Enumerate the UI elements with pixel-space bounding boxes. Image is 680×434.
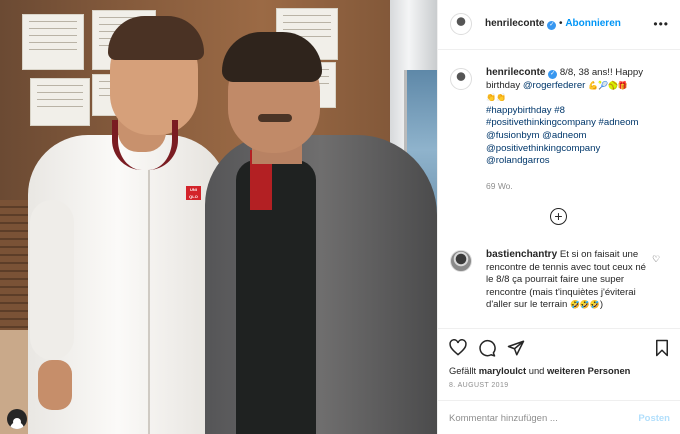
post-comment-button[interactable]: Posten [638,413,670,424]
wall-paper [22,14,84,70]
comment-bubble-icon[interactable] [478,339,496,361]
caption-text: birthday [486,79,521,91]
plus-circle-icon[interactable]: + [550,208,567,225]
caption-username[interactable]: henrileconte [486,67,545,78]
add-comment-bar: Kommentar hinzufügen ... Posten [438,400,680,434]
jacket-zipper [148,170,150,434]
post-actions: Gefällt maryloulct und weiteren Personen… [438,328,680,430]
commenter-avatar[interactable] [450,250,472,272]
wall-paper [30,78,90,126]
person-arm [30,200,74,360]
likes-prefix: Gefällt [449,365,477,376]
person-vest [236,160,316,434]
likes-joiner: und [528,365,545,376]
caption-author-avatar[interactable] [450,68,472,90]
likes-summary: Gefällt maryloulct und weiteren Personen [449,365,630,376]
likes-user-link[interactable]: maryloulct [479,365,526,376]
author-username[interactable]: henrileconte [485,18,544,29]
mention-link[interactable]: @rolandgarros [486,155,671,168]
jacket-logo: UNI QLO [186,186,201,200]
person-hair [108,16,204,60]
caption-emojis: 👏👏 [486,93,506,103]
person-mustache [258,114,292,122]
header-user-row: henrileconte ✓ • Abonnieren [485,18,621,30]
person-hand [38,360,72,410]
likes-others-link[interactable]: weiteren Personen [547,365,630,376]
post-photo[interactable]: UNI QLO [0,0,437,434]
paper-plane-icon[interactable] [507,339,525,361]
comment-close-paren: ) [599,299,604,311]
mention-link[interactable]: @rogerfederer [523,80,586,91]
verified-badge-icon: ✓ [547,21,557,30]
commenter-username[interactable]: bastienchantry [486,249,557,260]
caption-text: 8/8, 38 ans!! Happy [559,67,644,78]
person-hair [222,32,322,82]
caption-emojis: 💪🎾🥎🎁 [588,80,628,90]
mention-link[interactable]: @fusionbym @adneom [486,130,671,143]
comment-item: bastienchantry Et si on faisait une renc… [486,249,646,312]
mention-link[interactable]: @positivethinkingcompany [486,143,671,156]
post-header: henrileconte ✓ • Abonnieren ••• [438,0,680,50]
verified-badge-icon: ✓ [548,70,558,79]
tagged-user-icon[interactable] [7,409,27,429]
hashtag-link[interactable]: #positivethinkingcompany #adneom [486,117,671,130]
post-date[interactable]: 8. AUGUST 2019 [449,382,509,389]
comment-input[interactable]: Kommentar hinzufügen ... [449,413,558,424]
follow-button[interactable]: Abonnieren [565,18,621,29]
more-options-icon[interactable]: ••• [653,17,669,31]
post-time-ago[interactable]: 69 Wo. [486,181,513,191]
hashtag-link[interactable]: #happybirthday #8 [486,105,671,118]
author-avatar[interactable] [450,13,472,35]
post-caption: henrileconte ✓ 8/8, 38 ans!! Happy birth… [486,67,671,168]
post-side-panel: henrileconte ✓ • Abonnieren ••• henrilec… [437,0,680,434]
bookmark-icon[interactable] [654,339,670,361]
heart-icon[interactable] [449,339,467,360]
comment-emojis: 🤣🤣🤣 [569,300,600,310]
comment-like-heart-icon[interactable]: ♡ [652,254,660,265]
